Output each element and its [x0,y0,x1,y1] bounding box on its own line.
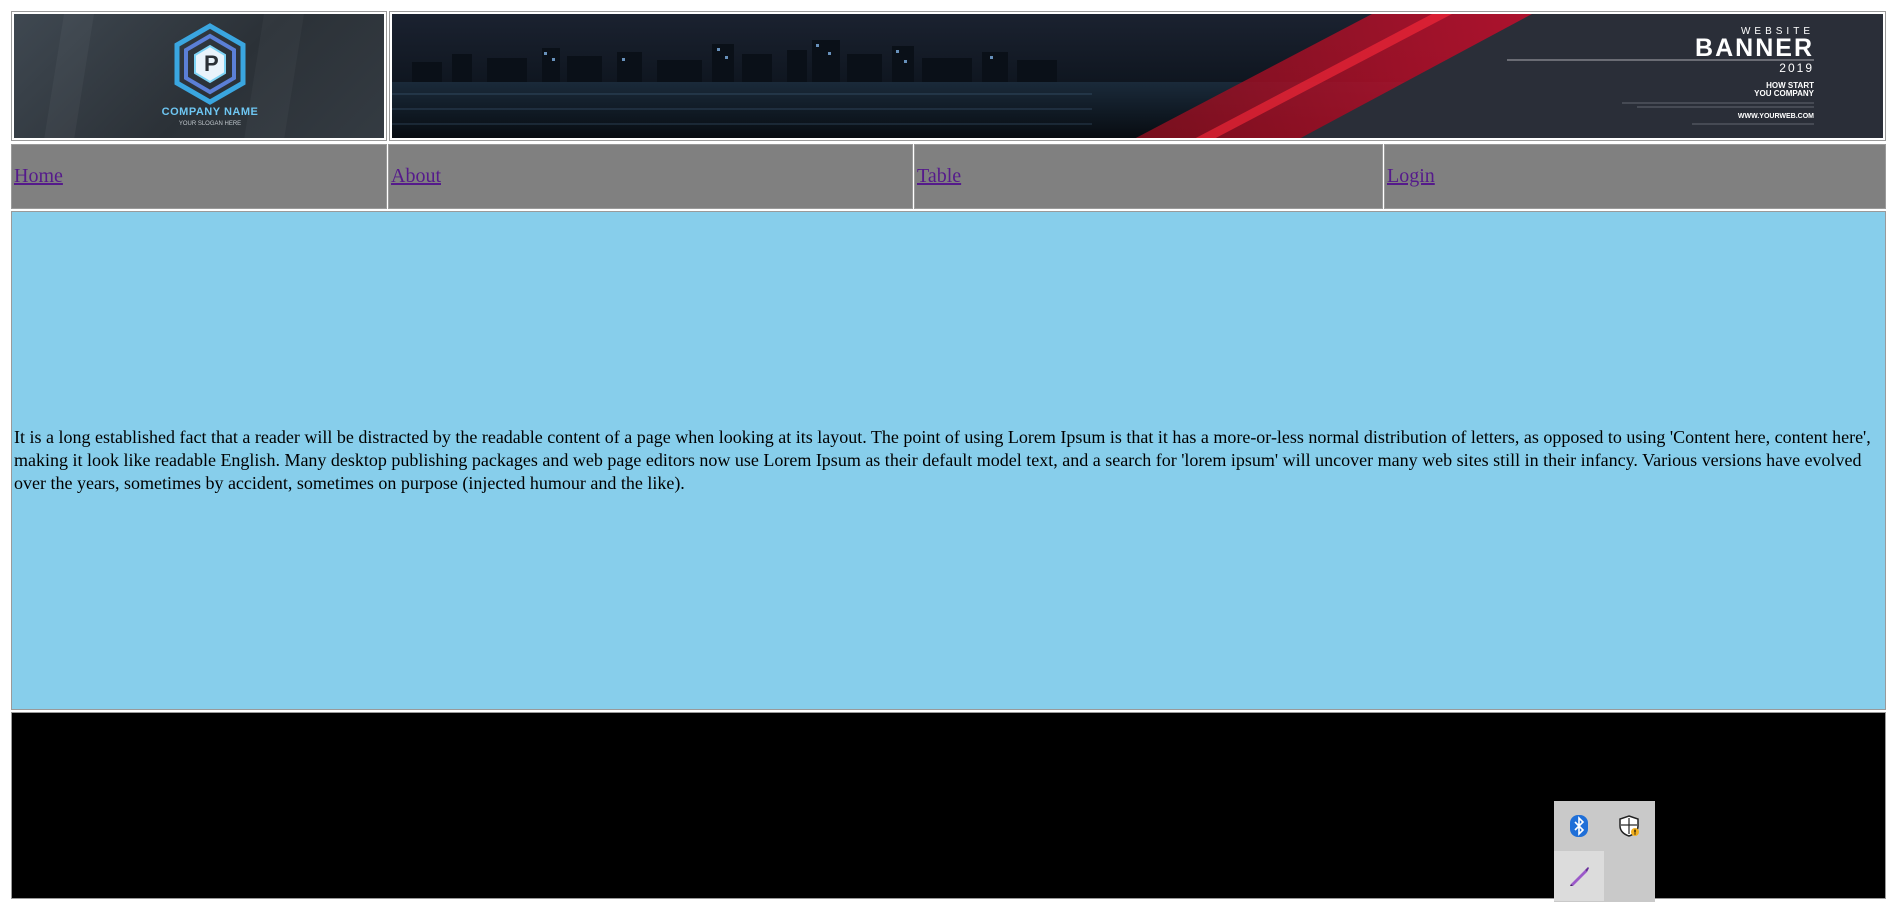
tray-bluetooth[interactable] [1554,801,1604,851]
banner-graphic: WEBSITE BANNER 2019 HOW START YOU COMPAN… [392,14,1883,138]
company-name: COMPANY NAME [162,106,259,118]
city-skyline [412,40,1057,82]
banner-cell: WEBSITE BANNER 2019 HOW START YOU COMPAN… [389,11,1886,141]
tray-overflow-popup [1554,801,1655,902]
content-paragraph: It is a long established fact that a rea… [14,427,1871,493]
hexagon-emblem-icon: P [174,23,246,105]
company-slogan: YOUR SLOGAN HERE [179,121,241,127]
banner-year: 2019 [1779,61,1814,75]
banner-subtitle-2: YOU COMPANY [1754,89,1815,98]
nav-cell-home: Home [11,144,387,209]
nav-link-about[interactable]: About [391,165,441,188]
tray-security[interactable] [1604,801,1654,851]
security-shield-icon [1619,815,1639,837]
nav-link-table[interactable]: Table [917,165,961,188]
nav-cell-table: Table [914,144,1383,209]
company-logo: P COMPANY NAME YOUR SLOGAN HERE [14,14,384,138]
tray-pen[interactable] [1554,851,1604,901]
logo-cell: P COMPANY NAME YOUR SLOGAN HERE [11,11,387,141]
bluetooth-icon [1570,815,1588,837]
website-banner: WEBSITE BANNER 2019 HOW START YOU COMPAN… [392,14,1883,138]
nav-cell-login: Login [1384,144,1886,209]
banner-url: WWW.YOURWEB.COM [1738,113,1814,120]
banner-title: BANNER [1695,34,1814,62]
svg-text:P: P [204,51,219,76]
nav-link-home[interactable]: Home [14,165,63,188]
page-table: P COMPANY NAME YOUR SLOGAN HERE WEBSITE … [11,11,1886,899]
content-cell: It is a long established fact that a rea… [11,211,1886,710]
nav-link-login[interactable]: Login [1387,165,1435,188]
pen-icon [1570,867,1589,886]
logo-graphic: P COMPANY NAME YOUR SLOGAN HERE [44,14,259,138]
nav-cell-about: About [388,144,913,209]
